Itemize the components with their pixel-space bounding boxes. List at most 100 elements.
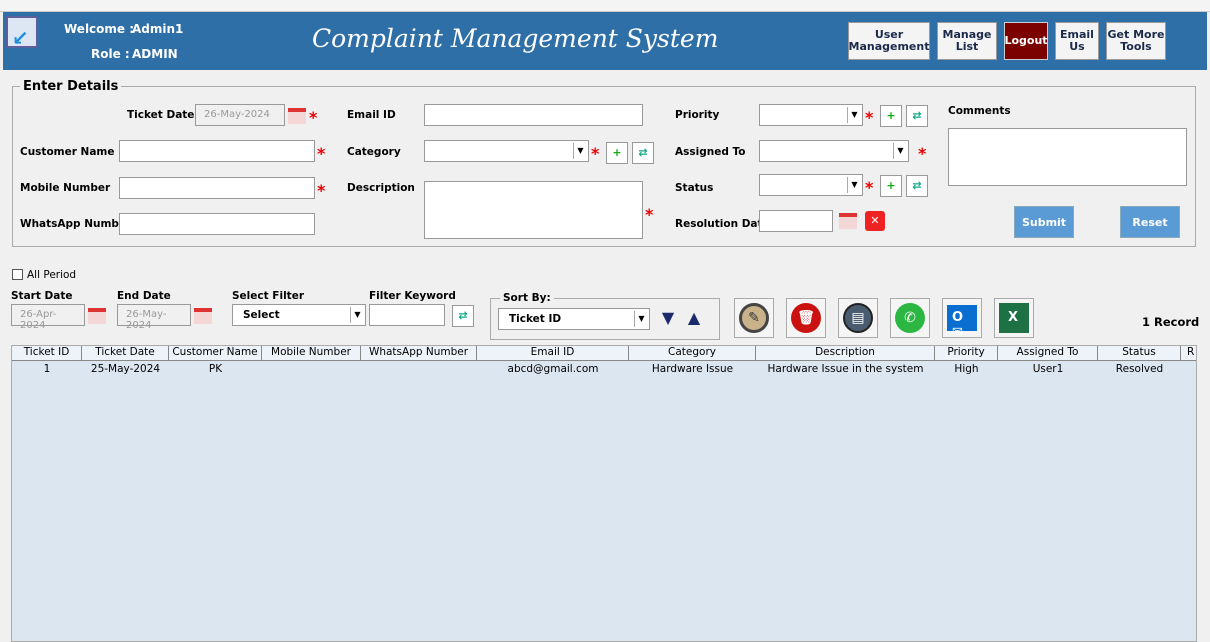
reset-button[interactable]: Reset bbox=[1120, 206, 1180, 238]
assigned-to-label: Assigned To bbox=[675, 146, 746, 158]
sort-by-select[interactable]: Ticket ID ▼ bbox=[498, 308, 650, 330]
required-asterisk: * bbox=[317, 144, 326, 163]
description-label: Description bbox=[347, 182, 415, 194]
column-header[interactable]: Category bbox=[629, 346, 756, 361]
column-header[interactable]: Mobile Number bbox=[262, 346, 361, 361]
all-period-checkbox[interactable] bbox=[12, 269, 23, 280]
start-date-field[interactable]: 26-Apr-2024 bbox=[11, 304, 85, 331]
add-priority-button[interactable]: + bbox=[880, 105, 902, 127]
comments-label: Comments bbox=[948, 105, 1011, 117]
get-more-tools-button[interactable]: Get More Tools bbox=[1106, 22, 1166, 60]
sort-by-label: Sort By: bbox=[500, 292, 554, 304]
mobile-input[interactable] bbox=[119, 177, 315, 199]
column-header[interactable]: WhatsApp Number bbox=[361, 346, 477, 361]
description-input[interactable] bbox=[424, 181, 643, 239]
category-label: Category bbox=[347, 146, 401, 158]
user-management-button[interactable]: User Management bbox=[848, 22, 930, 60]
add-category-button[interactable]: + bbox=[606, 142, 628, 164]
status-label: Status bbox=[675, 182, 714, 194]
column-header[interactable]: Description bbox=[756, 346, 935, 361]
record-count: 1 Record bbox=[1142, 315, 1200, 329]
status-select[interactable]: ▼ bbox=[759, 174, 863, 196]
excel-button[interactable]: X bbox=[994, 298, 1034, 338]
tickets-table[interactable]: Ticket ID Ticket Date Customer Name Mobi… bbox=[11, 345, 1197, 642]
outlook-button[interactable]: O✉ bbox=[942, 298, 982, 340]
report-icon: ▤ bbox=[843, 303, 873, 333]
cell-category: Hardware Issue bbox=[651, 363, 734, 375]
comments-input[interactable] bbox=[948, 128, 1187, 186]
cell-description: Hardware Issue in the system bbox=[767, 363, 924, 375]
filter-keyword-input[interactable] bbox=[369, 304, 445, 326]
column-header[interactable]: Customer Name bbox=[169, 346, 262, 361]
clear-icon[interactable]: ✕ bbox=[865, 211, 885, 231]
report-button[interactable]: ▤ bbox=[838, 298, 878, 338]
select-filter-dropdown[interactable]: Select ▼ bbox=[232, 304, 366, 326]
chevron-down-icon: ▼ bbox=[847, 177, 861, 193]
calendar-icon[interactable] bbox=[839, 213, 857, 229]
ticket-date-field[interactable]: 26-May-2024 bbox=[195, 104, 285, 126]
welcome-user: Admin1 bbox=[132, 22, 184, 36]
email-us-button[interactable]: Email Us bbox=[1055, 22, 1099, 60]
column-header[interactable]: R bbox=[1181, 346, 1196, 361]
required-asterisk: * bbox=[309, 108, 318, 127]
submit-button[interactable]: Submit bbox=[1014, 206, 1074, 238]
required-asterisk: * bbox=[865, 178, 874, 197]
assigned-to-select[interactable]: ▼ bbox=[759, 140, 909, 162]
cell-assigned-to: User1 bbox=[1032, 363, 1064, 375]
sort-by-value: Ticket ID bbox=[509, 313, 562, 325]
whatsapp-label: WhatsApp Number bbox=[20, 218, 132, 230]
start-date-label: Start Date bbox=[11, 290, 73, 302]
category-select[interactable]: ▼ bbox=[424, 140, 589, 162]
delete-button[interactable]: 🗑 bbox=[786, 298, 826, 338]
logout-button[interactable]: Logout bbox=[1004, 22, 1048, 60]
edit-button[interactable]: ✎ bbox=[734, 298, 774, 338]
customer-name-input[interactable] bbox=[119, 140, 315, 162]
app-title: Complaint Management System bbox=[312, 24, 719, 53]
required-asterisk: * bbox=[317, 181, 326, 200]
column-header[interactable]: Priority bbox=[935, 346, 998, 361]
resolution-date-input[interactable] bbox=[759, 210, 833, 232]
column-header[interactable]: Ticket ID bbox=[12, 346, 82, 361]
refresh-icon[interactable]: ⇄ bbox=[632, 142, 654, 164]
calendar-icon[interactable] bbox=[288, 108, 306, 124]
cell-customer-name: PK bbox=[208, 363, 223, 375]
end-date-label: End Date bbox=[117, 290, 171, 302]
email-label: Email ID bbox=[347, 109, 396, 121]
required-asterisk: * bbox=[865, 108, 874, 127]
priority-select[interactable]: ▼ bbox=[759, 104, 863, 126]
column-header[interactable]: Assigned To bbox=[998, 346, 1098, 361]
calendar-icon[interactable] bbox=[88, 308, 106, 324]
cell-status: Resolved bbox=[1115, 363, 1164, 375]
role-value: ADMIN bbox=[132, 47, 178, 61]
all-period-label: All Period bbox=[27, 269, 77, 281]
refresh-icon[interactable]: ⇄ bbox=[906, 105, 928, 127]
add-status-button[interactable]: + bbox=[880, 175, 902, 197]
cell-ticket-date: 25-May-2024 bbox=[90, 363, 161, 375]
app-logo-icon: ↙ bbox=[6, 16, 38, 50]
select-filter-label: Select Filter bbox=[232, 290, 304, 302]
ticket-date-label: Ticket Date bbox=[127, 109, 195, 121]
column-header[interactable]: Ticket Date bbox=[82, 346, 169, 361]
customer-name-label: Customer Name bbox=[20, 146, 115, 158]
calendar-icon[interactable] bbox=[194, 308, 212, 324]
whatsapp-button[interactable]: ✆ bbox=[890, 298, 930, 338]
whatsapp-input[interactable] bbox=[119, 213, 315, 235]
sort-descending-icon[interactable]: ▼ bbox=[657, 308, 679, 328]
edit-icon: ✎ bbox=[739, 303, 769, 333]
column-header[interactable]: Email ID bbox=[477, 346, 629, 361]
refresh-icon[interactable]: ⇄ bbox=[906, 175, 928, 197]
email-input[interactable] bbox=[424, 104, 643, 126]
cell-email: abcd@gmail.com bbox=[507, 363, 599, 375]
chevron-down-icon: ▼ bbox=[634, 311, 648, 327]
manage-list-button[interactable]: Manage List bbox=[937, 22, 997, 60]
chevron-down-icon: ▼ bbox=[350, 307, 364, 323]
end-date-field[interactable]: 26-May-2024 bbox=[117, 304, 191, 331]
refresh-icon[interactable]: ⇄ bbox=[452, 305, 474, 327]
column-header[interactable]: Status bbox=[1098, 346, 1181, 361]
group-title: Enter Details bbox=[20, 79, 122, 94]
select-filter-value: Select bbox=[243, 309, 280, 321]
sort-ascending-icon[interactable]: ▲ bbox=[683, 308, 705, 328]
chevron-down-icon: ▼ bbox=[893, 143, 907, 159]
chevron-down-icon: ▼ bbox=[573, 143, 587, 159]
resolution-date-label: Resolution Date bbox=[675, 218, 770, 230]
